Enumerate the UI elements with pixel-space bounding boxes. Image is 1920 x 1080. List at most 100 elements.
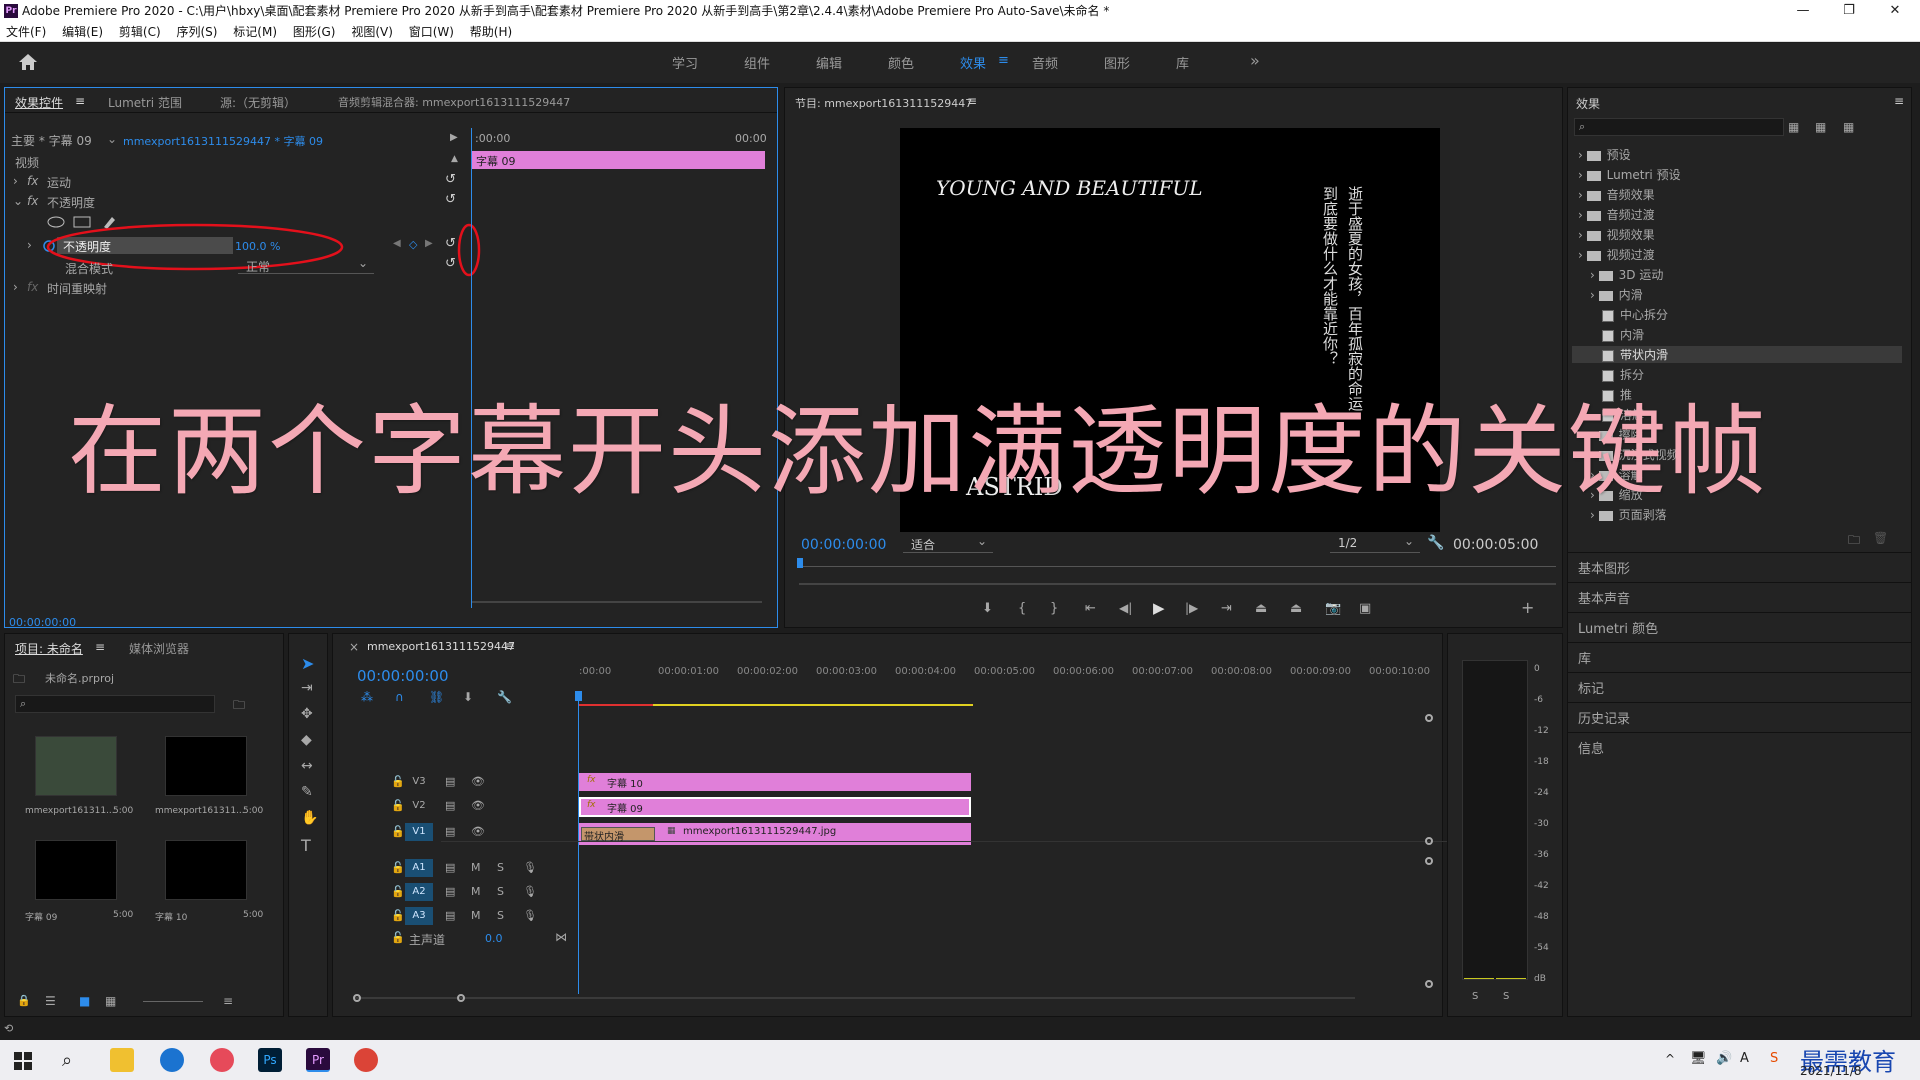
workspace-tab-color[interactable]: 颜色 bbox=[888, 53, 914, 72]
microphone-icon[interactable]: 🎙 bbox=[523, 909, 537, 922]
timeline-ruler[interactable]: :00:00 00:00:01:00 00:00:02:00 00:00:03:00 0… bbox=[579, 664, 1454, 684]
solo-button[interactable]: S bbox=[497, 909, 504, 922]
effects-tree-item[interactable]: › 3D 运动 bbox=[1590, 266, 1663, 283]
program-timecode[interactable]: 00:00:00:00 bbox=[801, 537, 886, 553]
collapse-opacity-icon[interactable]: ⌄ bbox=[13, 194, 23, 208]
reset-motion-icon[interactable]: ↺ bbox=[445, 172, 456, 187]
edge-icon[interactable] bbox=[160, 1048, 184, 1072]
tab-effect-controls[interactable]: 效果控件 bbox=[15, 94, 63, 111]
tab-source[interactable]: 源:（无剪辑） bbox=[220, 94, 296, 111]
track-select-tool-icon[interactable]: ⇥ bbox=[301, 680, 313, 696]
program-zoom-bar[interactable] bbox=[799, 583, 1556, 585]
fit-select[interactable]: 适合 ⌄ bbox=[903, 534, 993, 553]
right-section-0[interactable]: 基本图形 bbox=[1578, 558, 1630, 577]
sync-lock-icon[interactable]: ▤ bbox=[445, 885, 455, 898]
blend-mode-select[interactable]: 正常 ⌄ bbox=[238, 256, 374, 274]
track-label-audio[interactable]: A2 bbox=[405, 883, 433, 901]
32bit-effects-icon[interactable]: ▦ bbox=[1815, 120, 1826, 134]
effects-tree-item[interactable]: 中心拆分 bbox=[1602, 306, 1668, 323]
effects-tree-item[interactable]: 带状内滑 bbox=[1572, 346, 1902, 363]
sequence-tab[interactable]: mmexport1613111529447 bbox=[367, 640, 515, 653]
add-marker-icon[interactable]: ⬇ bbox=[982, 601, 993, 616]
ime-indicator[interactable]: A bbox=[1740, 1051, 1749, 1066]
workspace-tab-effects[interactable]: 效果 bbox=[960, 53, 986, 72]
effects-tree-item[interactable]: › 视频过渡 bbox=[1578, 246, 1655, 263]
file-explorer-icon[interactable] bbox=[110, 1048, 134, 1072]
lock-icon[interactable]: 🔓 bbox=[391, 861, 405, 874]
extract-icon[interactable]: ⏏ bbox=[1290, 601, 1302, 616]
zoom-handle-right[interactable] bbox=[457, 994, 465, 1002]
linked-selection-icon[interactable]: ⛓ bbox=[429, 690, 444, 704]
menu-sequence[interactable]: 序列(S) bbox=[176, 22, 217, 42]
solo-button[interactable]: S bbox=[497, 885, 504, 898]
mark-out-icon[interactable]: } bbox=[1050, 601, 1058, 616]
effects-tree-item[interactable]: › 内滑 bbox=[1590, 286, 1643, 303]
right-section-1[interactable]: 基本声音 bbox=[1578, 588, 1630, 607]
add-keyframe-icon[interactable]: ◇ bbox=[409, 238, 417, 251]
project-search-input[interactable]: ⌕ bbox=[15, 695, 215, 713]
expand-motion-icon[interactable]: › bbox=[13, 174, 18, 188]
scroll-handle-top[interactable] bbox=[1425, 714, 1433, 722]
workspace-tab-editing[interactable]: 编辑 bbox=[816, 53, 842, 72]
resolution-select[interactable]: 1/2 ⌄ bbox=[1330, 534, 1420, 553]
chevron-right-icon[interactable]: › bbox=[1590, 268, 1599, 282]
chevron-right-icon[interactable]: › bbox=[1578, 248, 1587, 262]
menu-help[interactable]: 帮助(H) bbox=[470, 22, 512, 42]
hand-tool-icon[interactable]: ✋ bbox=[301, 810, 318, 826]
chevron-right-icon[interactable]: › bbox=[1578, 168, 1587, 182]
workspace-tab-assembly[interactable]: 组件 bbox=[744, 53, 770, 72]
microphone-icon[interactable]: 🎙 bbox=[523, 861, 537, 874]
icon-view-icon[interactable]: ■ bbox=[79, 994, 90, 1008]
new-bin-icon[interactable]: 🗀 bbox=[1848, 531, 1860, 552]
reset-blend-icon[interactable]: ↺ bbox=[445, 256, 456, 271]
prev-keyframe-icon[interactable]: ◀ bbox=[393, 238, 401, 249]
effects-search-input[interactable]: ⌕ bbox=[1574, 118, 1784, 136]
chevron-right-icon[interactable]: › bbox=[1578, 228, 1587, 242]
menu-graphics[interactable]: 图形(G) bbox=[293, 22, 336, 42]
playhead-handle[interactable] bbox=[575, 691, 582, 701]
ripple-edit-tool-icon[interactable]: ✥ bbox=[301, 706, 313, 722]
expand-opacity-prop-icon[interactable]: › bbox=[27, 238, 32, 252]
panel-menu-icon[interactable]: ≡ bbox=[95, 640, 105, 654]
chevron-down-icon[interactable]: ⌄ bbox=[107, 132, 117, 146]
razor-tool-icon[interactable]: ◆ bbox=[301, 732, 312, 748]
ec-timecode[interactable]: 00:00:00:00 bbox=[9, 616, 76, 629]
chrome-icon[interactable] bbox=[354, 1048, 378, 1072]
track-label-video[interactable]: V3 bbox=[405, 773, 433, 791]
lock-icon[interactable]: 🔓 bbox=[391, 885, 405, 898]
workspace-tab-libraries[interactable]: 库 bbox=[1176, 53, 1189, 72]
microphone-icon[interactable]: 🎙 bbox=[523, 885, 537, 898]
right-section-3[interactable]: 库 bbox=[1578, 648, 1591, 667]
right-section-2[interactable]: Lumetri 颜色 bbox=[1578, 618, 1658, 637]
reset-opacity-icon[interactable]: ↺ bbox=[445, 192, 456, 207]
find-icon[interactable]: 🗀 bbox=[233, 696, 245, 717]
sync-lock-icon[interactable]: ▤ bbox=[445, 799, 455, 812]
solo-left-button[interactable]: S bbox=[1472, 991, 1478, 1002]
chevron-right-icon[interactable]: › bbox=[1578, 208, 1587, 222]
expand-time-remap-icon[interactable]: › bbox=[13, 280, 18, 294]
go-to-in-icon[interactable]: ⇤ bbox=[1085, 601, 1096, 616]
panel-menu-icon[interactable]: ≡ bbox=[75, 94, 85, 108]
menu-clip[interactable]: 剪辑(C) bbox=[119, 22, 161, 42]
project-thumb-3[interactable] bbox=[35, 840, 117, 900]
go-to-end-icon[interactable]: ⋈ bbox=[555, 930, 567, 944]
panel-menu-icon[interactable]: ≡ bbox=[505, 639, 515, 653]
effects-tree-item[interactable]: › 视频效果 bbox=[1578, 226, 1655, 243]
go-to-out-icon[interactable]: ⇥ bbox=[1221, 601, 1232, 616]
track-label-video[interactable]: V1 bbox=[405, 823, 433, 841]
chevron-right-icon[interactable]: › bbox=[1590, 288, 1599, 302]
network-icon[interactable]: 🖥 bbox=[1690, 1051, 1707, 1066]
sogou-icon[interactable]: S bbox=[1770, 1051, 1778, 1066]
menu-view[interactable]: 视图(V) bbox=[351, 22, 393, 42]
workspace-tab-learn[interactable]: 学习 bbox=[672, 53, 698, 72]
app-icon[interactable] bbox=[210, 1048, 234, 1072]
play-only-icon[interactable]: ▶ bbox=[450, 132, 458, 143]
track-label-audio[interactable]: A3 bbox=[405, 907, 433, 925]
menu-edit[interactable]: 编辑(E) bbox=[62, 22, 103, 42]
close-button[interactable]: ✕ bbox=[1872, 0, 1918, 22]
solo-button[interactable]: S bbox=[497, 861, 504, 874]
pen-tool-icon[interactable]: ✎ bbox=[301, 784, 313, 800]
program-ruler[interactable] bbox=[799, 566, 1556, 567]
lift-icon[interactable]: ⏏ bbox=[1255, 601, 1267, 616]
volume-icon[interactable]: 🔊 bbox=[1716, 1051, 1732, 1066]
